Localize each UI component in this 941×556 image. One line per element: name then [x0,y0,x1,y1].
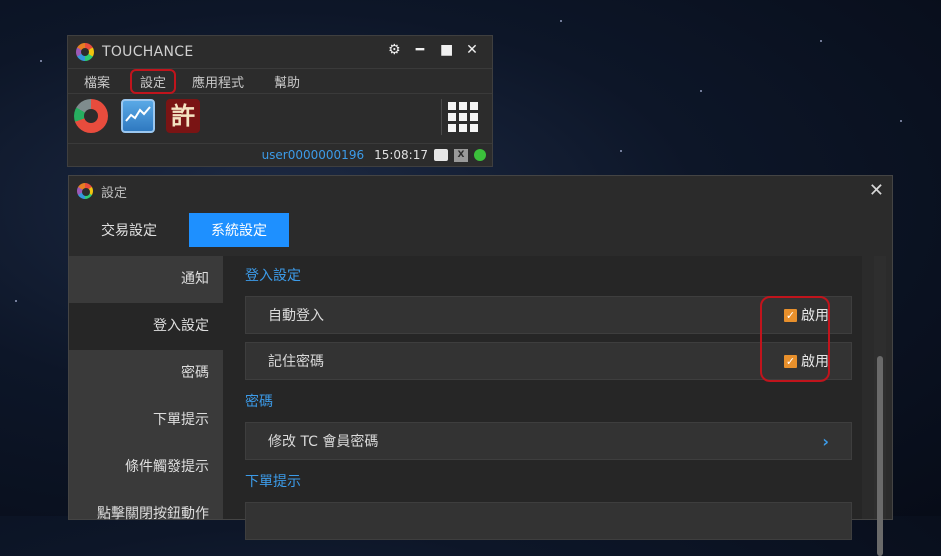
section-title-password: 密碼 [245,394,273,410]
sidebar-item-condition-trigger[interactable]: 條件觸發提示 [69,444,223,491]
star [620,150,622,152]
chevron-right-icon[interactable]: › [822,432,829,451]
settings-tabs: 交易設定 系統設定 [69,206,892,254]
menu-help[interactable]: 幫助 [270,70,304,93]
dialog-title-bar: 設定 [69,176,892,206]
sidebar-item-close-button-action[interactable]: 點擊關閉按鈕動作 [69,491,223,538]
connection-status-icon [474,149,486,161]
clock: 15:08:17 [374,148,428,162]
sidebar-item-order-prompt[interactable]: 下單提示 [69,397,223,444]
chart-icon[interactable] [121,99,155,133]
row-label: 記住密碼 [268,354,324,370]
section-title-login: 登入設定 [245,268,301,284]
app-grid-icon[interactable] [441,99,484,135]
excel-icon[interactable]: X [454,148,468,162]
row-change-password[interactable]: 修改 TC 會員密碼 › [245,422,852,460]
section-title-order-prompt: 下單提示 [245,474,301,490]
tab-system-settings[interactable]: 系統設定 [189,213,289,247]
row-order-prompt-partial [245,502,852,540]
menu-applications[interactable]: 應用程式 [188,70,248,93]
sidebar-item-login[interactable]: 登入設定 [69,303,223,350]
minimize-icon[interactable]: ━ [414,42,426,58]
sidebar-item-password[interactable]: 密碼 [69,350,223,397]
status-bar: user0000000196 15:08:17 X [68,143,492,166]
tab-trading-settings[interactable]: 交易設定 [87,214,171,246]
menu-bar: 檔案 設定 應用程式 幫助 [68,68,492,94]
menu-settings[interactable]: 設定 [130,68,177,94]
close-icon[interactable]: ✕ [466,42,478,58]
star [700,90,702,92]
touchance-logo-icon [76,43,94,61]
settings-dialog: 設定 ✕ 交易設定 系統設定 通知 登入設定 密碼 下單提示 條件觸發提示 點擊… [68,175,893,556]
row-label: 自動登入 [268,308,324,324]
portfolio-pie-icon[interactable] [74,99,108,133]
touchance-main-window: TOUCHANCE ⚙ ━ ■ ✕ 檔案 設定 應用程式 幫助 許 user00… [67,35,493,167]
star [900,120,902,122]
gear-icon[interactable]: ⚙ [388,42,401,58]
toolbar: 許 [68,94,492,138]
menu-file[interactable]: 檔案 [80,70,114,93]
highlight-annotation [760,296,830,382]
close-icon[interactable]: ✕ [869,180,884,201]
settings-content: 登入設定 自動登入 ✓ 啟用 記住密碼 ✓ 啟用 密碼 修改 TC 會員密碼 ›… [223,256,862,540]
touchance-logo-icon [77,183,93,199]
xu-app-icon[interactable]: 許 [166,99,200,133]
maximize-icon[interactable]: ■ [440,42,453,58]
message-icon[interactable] [434,149,448,161]
dialog-title: 設定 [101,185,128,201]
sidebar-item-notifications[interactable]: 通知 [69,256,223,303]
title-bar: TOUCHANCE ⚙ ━ ■ ✕ [68,36,492,68]
scrollbar[interactable] [874,256,886,556]
star [820,40,822,42]
row-label: 修改 TC 會員密碼 [268,434,379,450]
app-title: TOUCHANCE [102,44,194,60]
settings-sidebar: 通知 登入設定 密碼 下單提示 條件觸發提示 點擊關閉按鈕動作 [69,256,223,522]
star [40,60,42,62]
window-controls: ⚙ ━ ■ ✕ [388,42,478,58]
star [15,300,17,302]
scrollbar-thumb[interactable] [877,356,883,556]
star [560,20,562,22]
username[interactable]: user0000000196 [262,148,365,162]
